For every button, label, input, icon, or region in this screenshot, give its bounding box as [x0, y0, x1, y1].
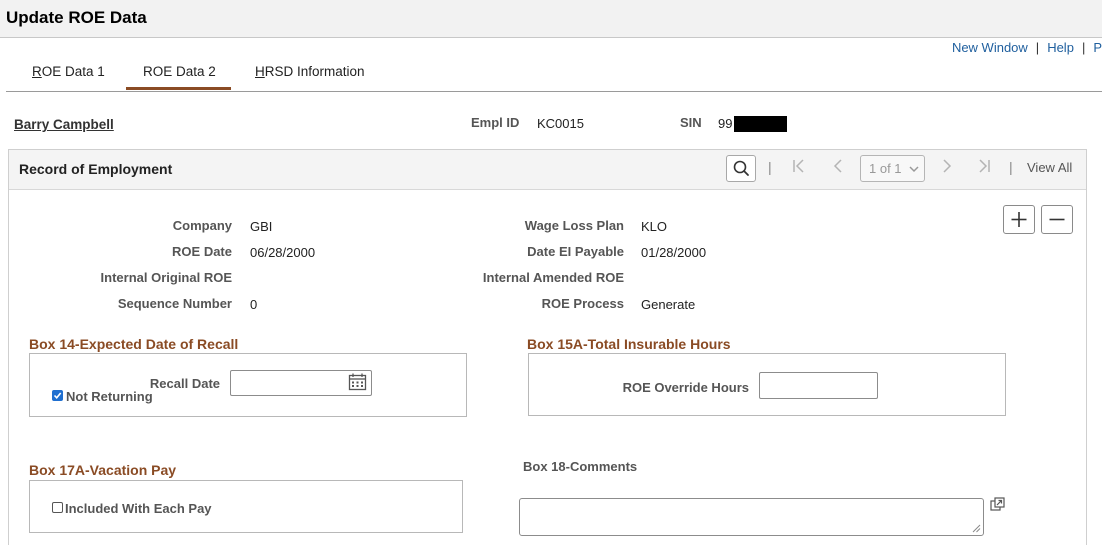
empl-id-label: Empl ID — [471, 115, 520, 130]
delete-row-button[interactable] — [1041, 205, 1073, 234]
calendar-icon[interactable] — [348, 373, 367, 394]
minus-icon — [1049, 218, 1065, 221]
tabs-divider — [6, 91, 1102, 92]
grid-title: Record of Employment — [19, 161, 173, 177]
link-separator: | — [1081, 40, 1086, 55]
expand-comments-icon[interactable] — [990, 497, 1005, 515]
help-link[interactable]: Help — [1047, 40, 1074, 55]
tab-roe-data-2[interactable]: ROE Data 2 — [143, 64, 216, 79]
next-page-icon[interactable] — [941, 158, 953, 179]
first-page-icon[interactable] — [792, 158, 806, 179]
included-with-each-pay-label: Included With Each Pay — [65, 501, 212, 516]
add-row-button[interactable] — [1003, 205, 1035, 234]
top-links: New Window | Help | P — [952, 40, 1102, 55]
row-pager-select[interactable]: 1 of 1 — [860, 155, 925, 182]
personalize-link[interactable]: P — [1093, 40, 1102, 55]
last-page-icon[interactable] — [977, 158, 991, 179]
roe-date-label: ROE Date — [172, 244, 232, 259]
company-value: GBI — [250, 219, 273, 234]
roe-process-value: Generate — [641, 297, 696, 312]
tab-label: ROE Data 2 — [143, 64, 216, 79]
tab-label: RSD Information — [264, 64, 365, 79]
box14-title: Box 14-Expected Date of Recall — [29, 336, 239, 352]
sequence-number-label: Sequence Number — [117, 296, 232, 311]
date-ei-payable-label: Date EI Payable — [527, 244, 624, 259]
view-all-link[interactable]: View All — [1027, 160, 1072, 175]
roe-date-value: 06/28/2000 — [250, 245, 316, 260]
box17a-title: Box 17A-Vacation Pay — [29, 462, 177, 478]
comments-textarea[interactable] — [519, 498, 984, 536]
search-icon — [733, 160, 749, 176]
roe-override-hours-input[interactable] — [759, 372, 878, 399]
sin-label: SIN — [680, 115, 702, 130]
checkmark-icon — [53, 392, 62, 400]
tab-accesskey: R — [32, 64, 42, 79]
internal-amended-roe-label: Internal Amended ROE — [482, 270, 624, 285]
resize-grip-icon — [972, 524, 981, 533]
page-title: Update ROE Data — [6, 8, 147, 27]
recall-date-label: Recall Date — [149, 376, 220, 391]
box15a-title: Box 15A-Total Insurable Hours — [527, 336, 731, 352]
not-returning-checkbox[interactable] — [52, 390, 63, 401]
plus-icon — [1011, 212, 1027, 227]
tab-hrsd-information[interactable]: HRSD Information — [255, 64, 365, 79]
chevron-down-icon — [909, 166, 919, 173]
wage-loss-plan-label: Wage Loss Plan — [524, 218, 624, 233]
sin-redaction — [734, 116, 787, 132]
previous-page-icon[interactable] — [832, 158, 844, 179]
tab-accesskey: H — [255, 64, 265, 79]
box18-title: Box 18-Comments — [523, 459, 638, 474]
roe-process-label: ROE Process — [541, 296, 624, 311]
find-button[interactable] — [726, 155, 756, 182]
included-with-each-pay-checkbox[interactable] — [52, 502, 63, 513]
new-window-link[interactable]: New Window — [952, 40, 1028, 55]
page-header: Update ROE Data — [0, 0, 1102, 38]
pager-separator: | — [1009, 159, 1013, 175]
tab-label: OE Data 1 — [41, 64, 105, 79]
sequence-number-value: 0 — [250, 297, 258, 312]
company-label: Company — [172, 218, 232, 233]
not-returning-label: Not Returning — [66, 389, 153, 404]
empl-id-value: KC0015 — [537, 116, 584, 131]
active-tab-indicator — [126, 87, 231, 90]
pager-value: 1 of 1 — [869, 161, 902, 176]
link-separator: | — [1035, 40, 1040, 55]
internal-original-roe-label: Internal Original ROE — [100, 270, 232, 285]
roe-override-hours-label: ROE Override Hours — [622, 380, 749, 395]
pager-separator: | — [768, 159, 772, 175]
wage-loss-plan-value: KLO — [641, 219, 668, 234]
tab-roe-data-1[interactable]: ROE Data 1 — [32, 64, 105, 79]
sin-value: 99 — [718, 116, 733, 131]
employee-name-link[interactable]: Barry Campbell — [14, 117, 114, 132]
date-ei-payable-value: 01/28/2000 — [641, 245, 707, 260]
